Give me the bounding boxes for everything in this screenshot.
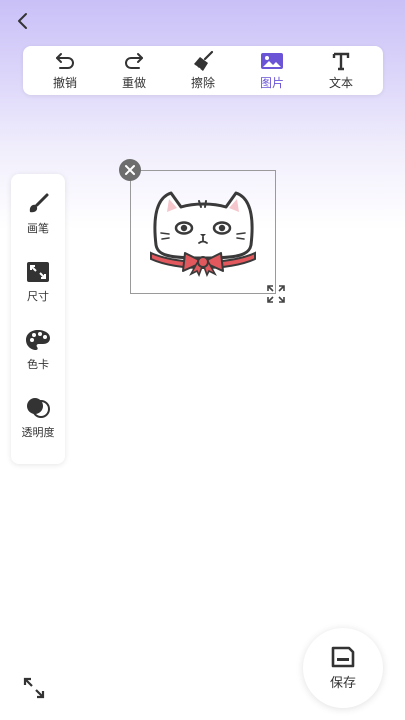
image-icon	[261, 53, 283, 69]
undo-button[interactable]: 撤销	[35, 50, 95, 91]
sidebar-item-brush[interactable]: 画笔	[11, 192, 65, 260]
sidebar-item-label: 色卡	[27, 358, 49, 371]
top-toolbar: 撤销 重做 擦除 图片 文本	[23, 46, 383, 95]
undo-label: 撤销	[52, 76, 77, 90]
selected-sticker[interactable]	[130, 170, 276, 294]
redo-icon	[125, 53, 143, 69]
cat-sticker-image	[150, 191, 256, 278]
text-button[interactable]: 文本	[311, 50, 371, 91]
save-label: 保存	[329, 676, 356, 691]
save-icon	[331, 646, 355, 668]
resize-sticker-handle[interactable]	[266, 284, 286, 304]
resize-icon	[267, 285, 285, 303]
image-button[interactable]: 图片	[242, 50, 302, 91]
text-icon	[332, 52, 350, 71]
erase-label: 擦除	[190, 76, 215, 90]
back-button[interactable]	[10, 8, 36, 34]
redo-button[interactable]: 重做	[104, 50, 164, 91]
sidebar-item-palette[interactable]: 色卡	[11, 328, 65, 396]
sidebar-item-label: 尺寸	[27, 290, 49, 303]
sidebar-item-label: 画笔	[27, 222, 49, 235]
undo-icon	[56, 53, 74, 69]
left-sidebar: 画笔 尺寸 色卡 透明度	[11, 174, 65, 464]
image-label: 图片	[259, 76, 284, 90]
size-icon	[27, 262, 49, 282]
fullscreen-button[interactable]	[22, 676, 46, 700]
sidebar-item-size[interactable]: 尺寸	[11, 260, 65, 328]
close-icon	[125, 165, 135, 175]
save-button[interactable]: 保存	[303, 628, 383, 708]
erase-button[interactable]: 擦除	[173, 50, 233, 91]
chevron-left-icon	[18, 13, 27, 29]
palette-icon	[26, 330, 50, 350]
sidebar-item-label: 透明度	[21, 426, 55, 439]
delete-sticker-button[interactable]	[119, 159, 141, 181]
text-label: 文本	[328, 76, 353, 90]
sidebar-item-opacity[interactable]: 透明度	[11, 396, 65, 464]
opacity-icon	[27, 398, 50, 418]
broom-icon	[194, 50, 214, 72]
brush-icon	[29, 193, 49, 213]
redo-label: 重做	[121, 76, 146, 90]
expand-icon	[23, 677, 45, 699]
